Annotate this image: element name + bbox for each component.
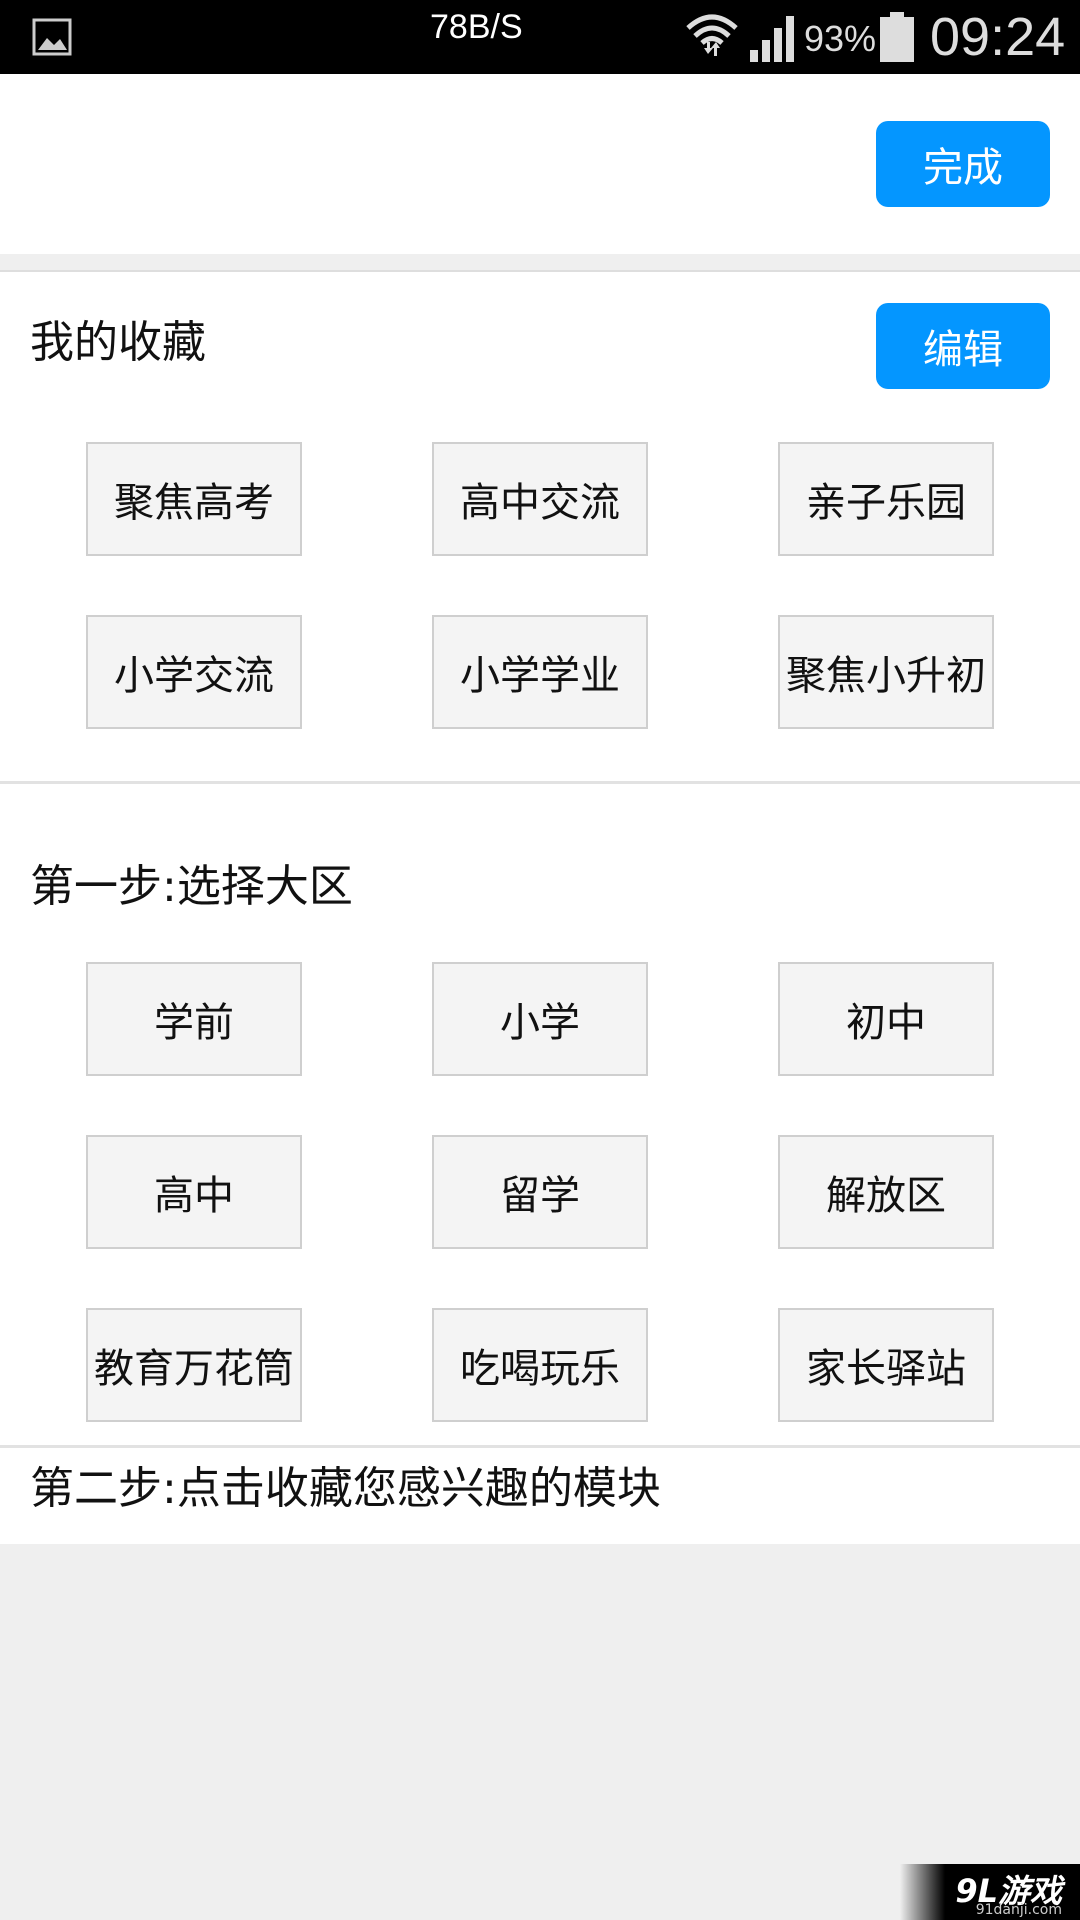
favorite-tile[interactable]: 聚焦小升初 <box>778 615 994 729</box>
favorite-tile[interactable]: 高中交流 <box>432 442 648 556</box>
region-tile[interactable]: 教育万花筒 <box>86 1308 302 1422</box>
favorite-tile[interactable]: 亲子乐园 <box>778 442 994 556</box>
section-gap <box>0 254 1080 272</box>
top-bar: 完成 <box>0 74 1080 254</box>
divider <box>0 781 1080 784</box>
wifi-icon <box>686 14 738 56</box>
network-speed: 78B/S <box>430 8 523 46</box>
region-tile[interactable]: 留学 <box>432 1135 648 1249</box>
region-tile[interactable]: 小学 <box>432 962 648 1076</box>
watermark: 9L游戏 91danji.com <box>900 1864 1080 1920</box>
status-bar: 78B/S 93% 09:24 <box>0 0 1080 74</box>
edit-button[interactable]: 编辑 <box>876 303 1050 389</box>
battery-percent: 93% <box>804 18 877 59</box>
region-tile[interactable]: 家长驿站 <box>778 1308 994 1422</box>
main-panel: 我的收藏 编辑 聚焦高考 高中交流 亲子乐园 小学交流 小学学业 聚焦小升初 第… <box>0 272 1080 1544</box>
region-tile[interactable]: 学前 <box>86 962 302 1076</box>
step2-title: 第二步:点击收藏您感兴趣的模块 <box>30 1463 661 1514</box>
favorite-tile[interactable]: 聚焦高考 <box>86 442 302 556</box>
region-tile[interactable]: 解放区 <box>778 1135 994 1249</box>
battery-icon <box>880 12 914 62</box>
clock: 09:24 <box>930 7 1066 67</box>
step1-title: 第一步:选择大区 <box>30 861 353 912</box>
done-button[interactable]: 完成 <box>876 121 1050 207</box>
favorite-tile[interactable]: 小学学业 <box>432 615 648 729</box>
watermark-url: 91danji.com <box>975 1902 1062 1918</box>
favorites-title: 我的收藏 <box>30 317 206 368</box>
region-tile[interactable]: 高中 <box>86 1135 302 1249</box>
region-tile[interactable]: 吃喝玩乐 <box>432 1308 648 1422</box>
divider <box>0 1445 1080 1448</box>
region-tile[interactable]: 初中 <box>778 962 994 1076</box>
signal-icon <box>750 16 794 62</box>
favorite-tile[interactable]: 小学交流 <box>86 615 302 729</box>
image-icon <box>32 18 72 56</box>
